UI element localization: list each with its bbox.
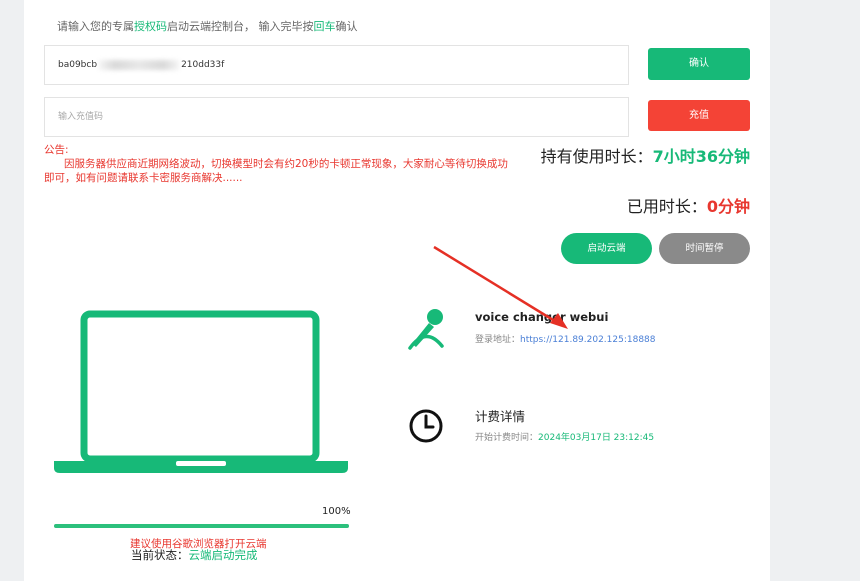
used-duration-value: 0分钟 [706,197,750,216]
recharge-placeholder: 输入充值码 [58,112,104,122]
main-panel [24,0,770,581]
notice: 公告: 因服务器供应商近期网络波动，切换模型时会有约20秒的卡顿正常现象，大家耐… [44,143,514,185]
recharge-code-input[interactable]: 输入充值码 [44,97,629,137]
prompt-text-3: 确认 [335,20,358,33]
current-status: 当前状态：云端启动完成 [131,547,258,563]
prompt-auth-code: 授权码 [134,20,167,33]
billing-start-value: 2024年03月17日 23:12:45 [538,433,655,443]
prompt-enter-key: 回车 [313,20,336,33]
held-duration-label: 持有使用时长： [540,147,653,166]
clock-icon [409,409,443,443]
used-duration-label: 已用时长： [626,197,707,216]
held-duration-value: 7小时36分钟 [652,147,750,166]
redaction-blur [99,59,180,70]
service-address-label: 登录地址： [475,335,521,345]
progress-bar [54,524,349,528]
notice-title: 公告: [44,144,69,156]
laptop-icon [54,310,348,473]
service-address-link[interactable]: https://121.89.202.125:18888 [520,335,656,345]
current-status-label: 当前状态： [131,548,189,562]
progress-percent: 100% [322,506,351,517]
billing-start-label: 开始计费时间： [475,433,539,443]
pause-time-button[interactable]: 时间暂停 [659,233,750,264]
auth-code-input[interactable]: ba09bcb 210dd33f [44,45,629,85]
recharge-button[interactable]: 充值 [648,100,750,131]
progress-fill [54,524,349,528]
notice-body: 因服务器供应商近期网络波动，切换模型时会有约20秒的卡顿正常现象，大家耐心等待切… [44,158,508,184]
annotation-arrow-icon [433,245,568,329]
auth-code-value-start: ba09bcb [58,60,98,70]
used-duration: 已用时长：0分钟 [627,193,750,217]
prompt-text-1: 请输入您的专属 [57,20,134,33]
auth-prompt: 请输入您的专属授权码启动云端控制台， 输入完毕按回车确认 [57,18,358,34]
held-duration: 持有使用时长：7小时36分钟 [541,143,750,167]
billing-title: 计费详情 [475,409,526,424]
current-status-value: 云端启动完成 [188,548,258,562]
billing-start-row: 开始计费时间：2024年03月17日 23:12:45 [475,430,654,443]
auth-code-value-end: 210dd33f [181,60,225,70]
confirm-button[interactable]: 确认 [648,48,750,80]
prompt-text-2: 启动云端控制台， 输入完毕按 [167,20,314,33]
